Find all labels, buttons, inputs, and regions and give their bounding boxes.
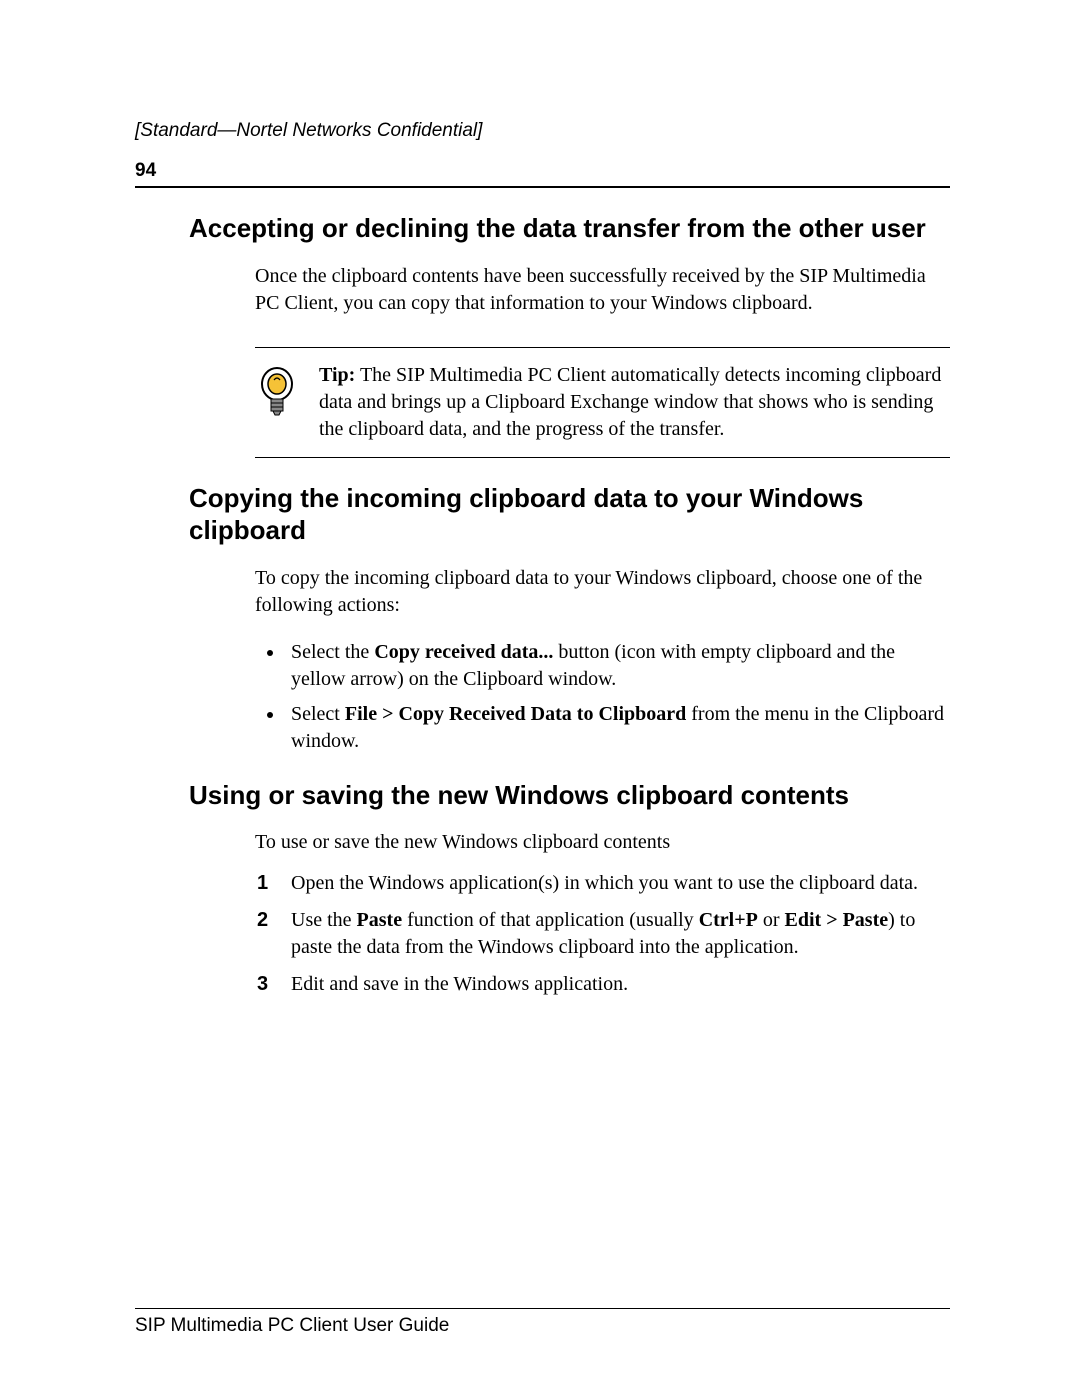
text: Select bbox=[291, 703, 345, 725]
tip-body: The SIP Multimedia PC Client automatical… bbox=[319, 364, 941, 440]
tip-block: Tip: The SIP Multimedia PC Client automa… bbox=[255, 347, 950, 458]
lightbulb-icon bbox=[255, 366, 299, 423]
steps-list: Open the Windows application(s) in which… bbox=[253, 870, 950, 998]
tip-bottom-rule bbox=[255, 457, 950, 458]
top-rule bbox=[135, 186, 950, 188]
document-page: [Standard—Nortel Networks Confidential] … bbox=[0, 0, 1080, 1397]
bold-text: File > Copy Received Data to Clipboard bbox=[345, 703, 686, 725]
footer-rule bbox=[135, 1308, 950, 1309]
bold-text: Ctrl+P bbox=[699, 909, 758, 931]
text: Select the bbox=[291, 641, 374, 663]
list-item: Use the Paste function of that applicati… bbox=[283, 907, 950, 961]
list-item: Select the Copy received data... button … bbox=[285, 639, 950, 693]
list-item: Select File > Copy Received Data to Clip… bbox=[285, 701, 950, 755]
section1-paragraph: Once the clipboard contents have been su… bbox=[255, 263, 950, 317]
text: Use the bbox=[291, 909, 357, 931]
bold-text: Edit > Paste bbox=[785, 909, 889, 931]
footer-text: SIP Multimedia PC Client User Guide bbox=[135, 1315, 950, 1337]
text: function of that application (usually bbox=[402, 909, 699, 931]
section-heading-accepting: Accepting or declining the data transfer… bbox=[189, 212, 950, 245]
text: Edit and save in the Windows application… bbox=[291, 973, 628, 995]
list-item: Edit and save in the Windows application… bbox=[283, 971, 950, 998]
action-list: Select the Copy received data... button … bbox=[255, 639, 950, 755]
section2-intro: To copy the incoming clipboard data to y… bbox=[255, 565, 950, 619]
section-heading-using: Using or saving the new Windows clipboar… bbox=[189, 779, 950, 812]
section3-intro: To use or save the new Windows clipboard… bbox=[255, 829, 950, 856]
page-footer: SIP Multimedia PC Client User Guide bbox=[135, 1308, 950, 1337]
tip-text: Tip: The SIP Multimedia PC Client automa… bbox=[319, 362, 950, 443]
list-item: Open the Windows application(s) in which… bbox=[283, 870, 950, 897]
text: Open the Windows application(s) in which… bbox=[291, 872, 918, 894]
page-number: 94 bbox=[135, 160, 950, 182]
section-heading-copying: Copying the incoming clipboard data to y… bbox=[189, 482, 950, 547]
bold-text: Copy received data... bbox=[374, 641, 553, 663]
text: or bbox=[758, 909, 785, 931]
bold-text: Paste bbox=[357, 909, 403, 931]
classification-header: [Standard—Nortel Networks Confidential] bbox=[135, 120, 950, 142]
tip-label: Tip: bbox=[319, 364, 355, 386]
